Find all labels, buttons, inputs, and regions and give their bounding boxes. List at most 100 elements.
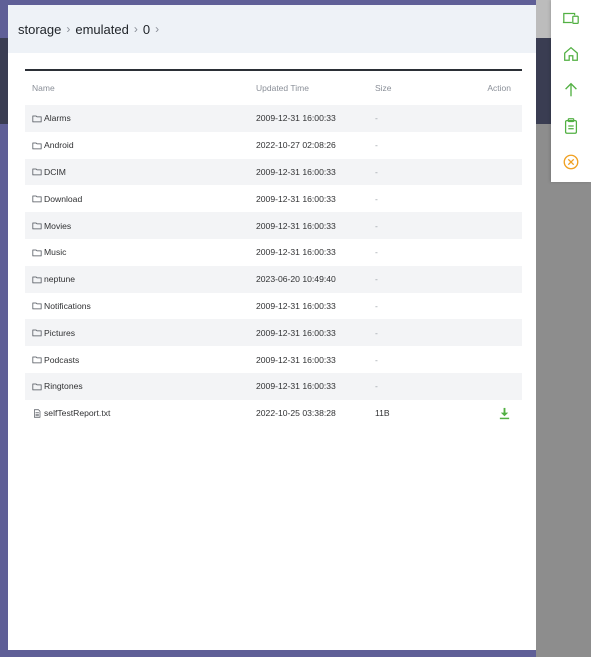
file-name: Download <box>44 193 83 204</box>
updated-time: 2022-10-27 02:08:26 <box>256 140 336 151</box>
updated-time: 2022-10-25 03:38:28 <box>256 408 336 419</box>
folder-icon <box>32 169 42 176</box>
file-name: Ringtones <box>44 381 83 392</box>
folder-icon <box>32 115 42 123</box>
file-name: neptune <box>44 274 76 285</box>
clipboard-icon <box>564 118 578 134</box>
file-name-cell[interactable]: Movies <box>32 212 71 239</box>
file-name: Android <box>44 140 74 151</box>
file-size: 11B <box>375 408 390 419</box>
action-cell <box>497 400 511 427</box>
updated-time: 2009-12-31 16:00:33 <box>256 166 336 177</box>
breadcrumb-emulated[interactable]: emulated <box>75 22 128 37</box>
breadcrumb-storage[interactable]: storage <box>18 22 61 37</box>
table-header: Name Updated Time Size Action <box>25 71 522 105</box>
folder-icon <box>32 303 42 310</box>
updated-time: 2009-12-31 16:00:33 <box>256 113 336 124</box>
folder-icon <box>32 195 42 203</box>
close-circle-icon <box>563 154 579 170</box>
file-name: Alarms <box>44 113 71 124</box>
file-name: Pictures <box>44 327 76 338</box>
column-header-time: Updated Time <box>256 83 309 93</box>
clipboard-button[interactable] <box>559 114 583 138</box>
folder-icon <box>32 142 42 149</box>
table-row[interactable]: Movies 2009-12-31 16:00:33 - <box>25 212 522 239</box>
folder-icon <box>32 276 42 283</box>
file-browser-dialog: storage › emulated › 0 › Name Updated Ti… <box>8 5 536 650</box>
file-name: Movies <box>44 220 72 231</box>
file-size: - <box>375 220 378 231</box>
column-header-size: Size <box>375 83 392 93</box>
updated-time: 2009-12-31 16:00:33 <box>256 300 336 311</box>
file-icon <box>34 409 41 418</box>
table-row[interactable]: Android 2022-10-27 02:08:26 - <box>25 132 522 159</box>
download-button[interactable] <box>497 406 511 420</box>
file-size: - <box>375 113 378 124</box>
table-row[interactable]: selfTestReport.txt 2022-10-25 03:38:28 11B <box>25 400 522 427</box>
updated-time: 2009-12-31 16:00:33 <box>256 193 336 204</box>
file-size: - <box>375 166 378 177</box>
file-name: Music <box>44 247 67 258</box>
folder-icon <box>32 383 42 391</box>
column-header-name: Name <box>32 83 55 93</box>
table-row[interactable]: Pictures 2009-12-31 16:00:33 - <box>25 319 522 347</box>
arrow-up-icon <box>565 82 577 97</box>
table-row[interactable]: DCIM 2009-12-31 16:00:33 - <box>25 158 522 186</box>
file-name-cell[interactable]: Pictures <box>32 319 75 346</box>
file-name: Podcasts <box>44 354 80 365</box>
file-name-cell[interactable]: selfTestReport.txt <box>32 400 110 427</box>
file-name-cell[interactable]: Alarms <box>32 105 71 132</box>
devices-button[interactable] <box>559 6 583 30</box>
home-button[interactable] <box>559 42 583 66</box>
side-toolbar <box>551 0 591 182</box>
column-header-action: Action <box>487 83 511 93</box>
folder-icon <box>32 329 42 337</box>
file-name: DCIM <box>44 166 66 177</box>
breadcrumb-separator: › <box>66 22 71 36</box>
file-size: - <box>375 354 378 365</box>
breadcrumb-0[interactable]: 0 <box>143 22 150 37</box>
table-row[interactable]: Ringtones 2009-12-31 16:00:33 - <box>25 372 522 400</box>
file-name-cell[interactable]: neptune <box>32 266 75 293</box>
go-up-button[interactable] <box>559 78 583 102</box>
table-row[interactable]: Music 2009-12-31 16:00:33 - <box>25 239 522 266</box>
table-row[interactable]: neptune 2023-06-20 10:49:40 - <box>25 265 522 293</box>
background-panel-left <box>0 38 8 124</box>
table-row[interactable]: Download 2009-12-31 16:00:33 - <box>25 185 522 212</box>
file-size: - <box>375 274 378 285</box>
table-row[interactable]: Alarms 2009-12-31 16:00:33 - <box>25 105 522 132</box>
file-size: - <box>375 381 378 392</box>
table-row[interactable]: Podcasts 2009-12-31 16:00:33 - <box>25 346 522 373</box>
file-name: selfTestReport.txt <box>44 408 111 419</box>
file-name-cell[interactable]: Download <box>32 185 82 212</box>
file-name-cell[interactable]: Ringtones <box>32 373 83 400</box>
download-icon <box>499 407 509 419</box>
updated-time: 2009-12-31 16:00:33 <box>256 381 336 392</box>
file-name-cell[interactable]: DCIM <box>32 159 66 186</box>
folder-icon <box>32 222 42 230</box>
updated-time: 2009-12-31 16:00:33 <box>256 247 336 258</box>
file-name: Notifications <box>44 300 91 311</box>
folder-icon <box>32 356 42 364</box>
file-name-cell[interactable]: Android <box>32 132 74 159</box>
file-name-cell[interactable]: Music <box>32 239 66 266</box>
updated-time: 2009-12-31 16:00:33 <box>256 354 336 365</box>
breadcrumb: storage › emulated › 0 › <box>8 5 536 53</box>
folder-icon <box>32 249 42 257</box>
home-icon <box>564 46 578 61</box>
updated-time: 2023-06-20 10:49:40 <box>256 274 336 285</box>
file-size: - <box>375 247 378 258</box>
file-size: - <box>375 193 378 204</box>
table-row[interactable]: Notifications 2009-12-31 16:00:33 - <box>25 293 522 320</box>
breadcrumb-separator: › <box>155 22 160 36</box>
file-size: - <box>375 300 378 311</box>
updated-time: 2009-12-31 16:00:33 <box>256 220 336 231</box>
devices-icon <box>562 12 579 25</box>
file-name-cell[interactable]: Notifications <box>32 293 91 320</box>
updated-time: 2009-12-31 16:00:33 <box>256 327 336 338</box>
file-table: Name Updated Time Size Action Alarms 2009… <box>25 69 522 427</box>
file-size: - <box>375 140 378 151</box>
close-button[interactable] <box>559 150 583 174</box>
file-size: - <box>375 327 378 338</box>
file-name-cell[interactable]: Podcasts <box>32 346 79 373</box>
